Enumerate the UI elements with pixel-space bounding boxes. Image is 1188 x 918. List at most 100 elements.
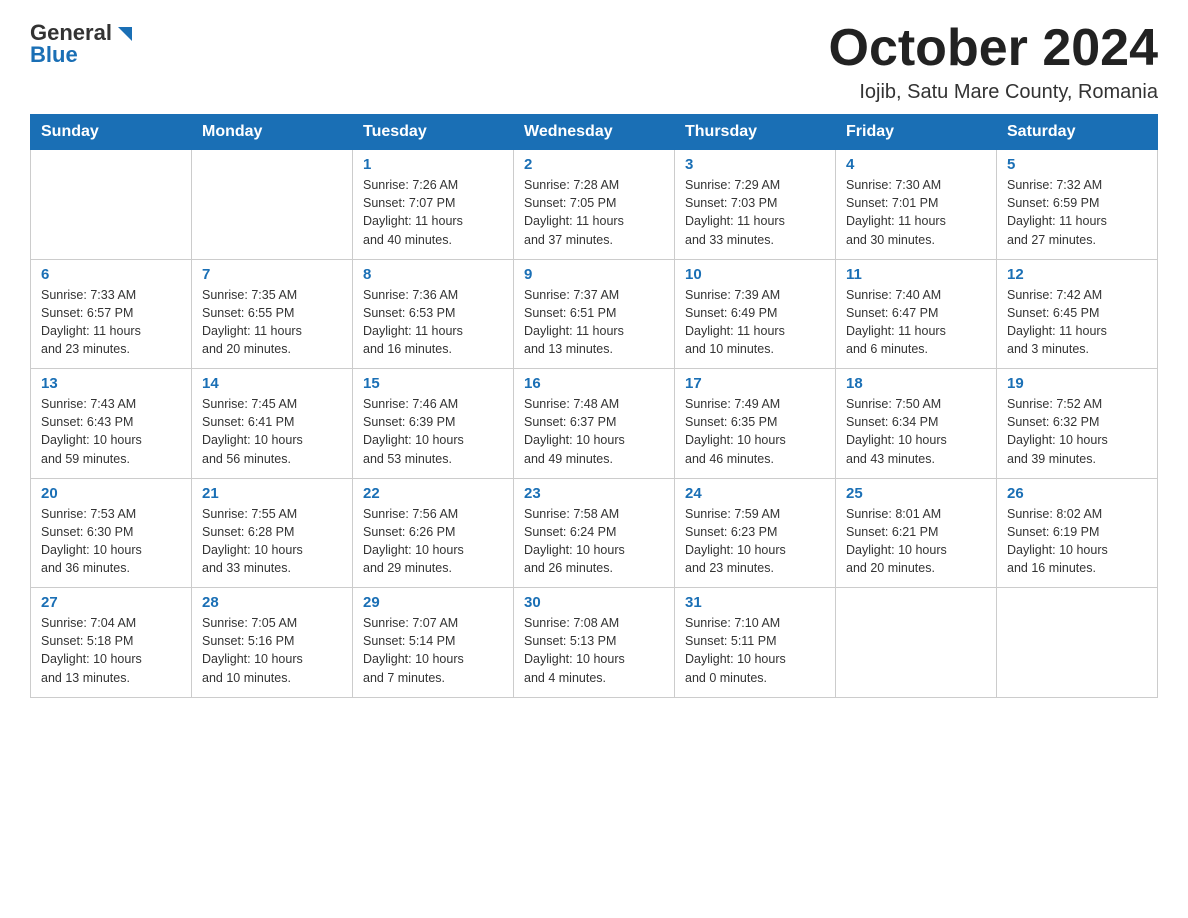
day-header-sunday: Sunday	[31, 115, 192, 150]
day-number: 29	[363, 594, 503, 611]
day-header-friday: Friday	[836, 115, 997, 150]
day-number: 7	[202, 266, 342, 283]
day-info: Sunrise: 7:40 AM Sunset: 6:47 PM Dayligh…	[846, 286, 986, 359]
day-info: Sunrise: 7:26 AM Sunset: 7:07 PM Dayligh…	[363, 176, 503, 249]
day-number: 31	[685, 594, 825, 611]
day-info: Sunrise: 7:49 AM Sunset: 6:35 PM Dayligh…	[685, 395, 825, 468]
calendar-day-cell: 15 Sunrise: 7:46 AM Sunset: 6:39 PM Dayli…	[353, 369, 514, 479]
day-number: 28	[202, 594, 342, 611]
day-number: 25	[846, 485, 986, 502]
day-info: Sunrise: 7:35 AM Sunset: 6:55 PM Dayligh…	[202, 286, 342, 359]
day-info: Sunrise: 7:04 AM Sunset: 5:18 PM Dayligh…	[41, 614, 181, 687]
calendar-week-row: 20 Sunrise: 7:53 AM Sunset: 6:30 PM Dayli…	[31, 478, 1158, 588]
day-number: 22	[363, 485, 503, 502]
day-number: 15	[363, 375, 503, 392]
day-info: Sunrise: 7:07 AM Sunset: 5:14 PM Dayligh…	[363, 614, 503, 687]
day-number: 26	[1007, 485, 1147, 502]
day-number: 2	[524, 156, 664, 173]
calendar-day-cell: 26 Sunrise: 8:02 AM Sunset: 6:19 PM Dayli…	[997, 478, 1158, 588]
day-number: 10	[685, 266, 825, 283]
calendar-day-cell: 30 Sunrise: 7:08 AM Sunset: 5:13 PM Dayli…	[514, 588, 675, 698]
calendar-day-cell: 19Sunrise: 7:52 AM Sunset: 6:32 PM Dayli…	[997, 369, 1158, 479]
calendar-day-cell: 20 Sunrise: 7:53 AM Sunset: 6:30 PM Dayli…	[31, 478, 192, 588]
calendar-day-cell: 4 Sunrise: 7:30 AM Sunset: 7:01 PM Daylig…	[836, 150, 997, 260]
day-number: 5	[1007, 156, 1147, 173]
calendar-day-cell: 10 Sunrise: 7:39 AM Sunset: 6:49 PM Dayli…	[675, 259, 836, 369]
calendar-table: SundayMondayTuesdayWednesdayThursdayFrid…	[30, 114, 1158, 698]
day-number: 18	[846, 375, 986, 392]
calendar-day-cell	[836, 588, 997, 698]
calendar-day-cell: 31 Sunrise: 7:10 AM Sunset: 5:11 PM Dayli…	[675, 588, 836, 698]
day-number: 6	[41, 266, 181, 283]
calendar-day-cell: 22Sunrise: 7:56 AM Sunset: 6:26 PM Dayli…	[353, 478, 514, 588]
day-info: Sunrise: 7:53 AM Sunset: 6:30 PM Dayligh…	[41, 505, 181, 578]
calendar-header-row: SundayMondayTuesdayWednesdayThursdayFrid…	[31, 115, 1158, 150]
calendar-day-cell: 17 Sunrise: 7:49 AM Sunset: 6:35 PM Dayli…	[675, 369, 836, 479]
logo-triangle-icon	[114, 23, 136, 45]
calendar-day-cell: 3Sunrise: 7:29 AM Sunset: 7:03 PM Daylig…	[675, 150, 836, 260]
day-number: 19	[1007, 375, 1147, 392]
day-header-wednesday: Wednesday	[514, 115, 675, 150]
calendar-day-cell: 25 Sunrise: 8:01 AM Sunset: 6:21 PM Dayli…	[836, 478, 997, 588]
day-number: 23	[524, 485, 664, 502]
day-info: Sunrise: 7:50 AM Sunset: 6:34 PM Dayligh…	[846, 395, 986, 468]
day-number: 30	[524, 594, 664, 611]
day-info: Sunrise: 7:39 AM Sunset: 6:49 PM Dayligh…	[685, 286, 825, 359]
logo: General Blue	[30, 20, 136, 68]
day-info: Sunrise: 7:43 AM Sunset: 6:43 PM Dayligh…	[41, 395, 181, 468]
day-info: Sunrise: 7:37 AM Sunset: 6:51 PM Dayligh…	[524, 286, 664, 359]
day-info: Sunrise: 7:10 AM Sunset: 5:11 PM Dayligh…	[685, 614, 825, 687]
calendar-day-cell: 9 Sunrise: 7:37 AM Sunset: 6:51 PM Daylig…	[514, 259, 675, 369]
calendar-day-cell: 2 Sunrise: 7:28 AM Sunset: 7:05 PM Daylig…	[514, 150, 675, 260]
calendar-day-cell: 5 Sunrise: 7:32 AM Sunset: 6:59 PM Daylig…	[997, 150, 1158, 260]
day-number: 11	[846, 266, 986, 283]
day-number: 21	[202, 485, 342, 502]
day-header-thursday: Thursday	[675, 115, 836, 150]
day-number: 4	[846, 156, 986, 173]
day-number: 24	[685, 485, 825, 502]
title-block: October 2024 Iojib, Satu Mare County, Ro…	[829, 20, 1159, 104]
day-number: 1	[363, 156, 503, 173]
day-info: Sunrise: 7:58 AM Sunset: 6:24 PM Dayligh…	[524, 505, 664, 578]
logo-blue: Blue	[30, 42, 78, 68]
day-number: 8	[363, 266, 503, 283]
calendar-day-cell	[997, 588, 1158, 698]
day-info: Sunrise: 7:32 AM Sunset: 6:59 PM Dayligh…	[1007, 176, 1147, 249]
day-number: 13	[41, 375, 181, 392]
calendar-day-cell: 29 Sunrise: 7:07 AM Sunset: 5:14 PM Dayli…	[353, 588, 514, 698]
day-info: Sunrise: 7:08 AM Sunset: 5:13 PM Dayligh…	[524, 614, 664, 687]
calendar-day-cell: 24Sunrise: 7:59 AM Sunset: 6:23 PM Dayli…	[675, 478, 836, 588]
calendar-week-row: 27 Sunrise: 7:04 AM Sunset: 5:18 PM Dayli…	[31, 588, 1158, 698]
day-number: 9	[524, 266, 664, 283]
day-number: 27	[41, 594, 181, 611]
calendar-day-cell: 21 Sunrise: 7:55 AM Sunset: 6:28 PM Dayli…	[192, 478, 353, 588]
location-subtitle: Iojib, Satu Mare County, Romania	[829, 81, 1159, 104]
calendar-week-row: 6 Sunrise: 7:33 AM Sunset: 6:57 PM Daylig…	[31, 259, 1158, 369]
month-year-title: October 2024	[829, 20, 1159, 77]
day-info: Sunrise: 8:02 AM Sunset: 6:19 PM Dayligh…	[1007, 505, 1147, 578]
day-info: Sunrise: 7:28 AM Sunset: 7:05 PM Dayligh…	[524, 176, 664, 249]
calendar-day-cell: 7 Sunrise: 7:35 AM Sunset: 6:55 PM Daylig…	[192, 259, 353, 369]
calendar-day-cell: 8Sunrise: 7:36 AM Sunset: 6:53 PM Daylig…	[353, 259, 514, 369]
day-header-saturday: Saturday	[997, 115, 1158, 150]
day-header-monday: Monday	[192, 115, 353, 150]
calendar-week-row: 1 Sunrise: 7:26 AM Sunset: 7:07 PM Daylig…	[31, 150, 1158, 260]
day-number: 12	[1007, 266, 1147, 283]
calendar-week-row: 13 Sunrise: 7:43 AM Sunset: 6:43 PM Dayli…	[31, 369, 1158, 479]
day-info: Sunrise: 7:33 AM Sunset: 6:57 PM Dayligh…	[41, 286, 181, 359]
calendar-day-cell: 18 Sunrise: 7:50 AM Sunset: 6:34 PM Dayli…	[836, 369, 997, 479]
calendar-day-cell	[192, 150, 353, 260]
calendar-day-cell: 11 Sunrise: 7:40 AM Sunset: 6:47 PM Dayli…	[836, 259, 997, 369]
day-number: 20	[41, 485, 181, 502]
day-info: Sunrise: 8:01 AM Sunset: 6:21 PM Dayligh…	[846, 505, 986, 578]
day-info: Sunrise: 7:46 AM Sunset: 6:39 PM Dayligh…	[363, 395, 503, 468]
calendar-day-cell: 28Sunrise: 7:05 AM Sunset: 5:16 PM Dayli…	[192, 588, 353, 698]
day-info: Sunrise: 7:42 AM Sunset: 6:45 PM Dayligh…	[1007, 286, 1147, 359]
calendar-day-cell: 6 Sunrise: 7:33 AM Sunset: 6:57 PM Daylig…	[31, 259, 192, 369]
day-header-tuesday: Tuesday	[353, 115, 514, 150]
day-info: Sunrise: 7:48 AM Sunset: 6:37 PM Dayligh…	[524, 395, 664, 468]
day-info: Sunrise: 7:30 AM Sunset: 7:01 PM Dayligh…	[846, 176, 986, 249]
day-number: 17	[685, 375, 825, 392]
calendar-day-cell: 27 Sunrise: 7:04 AM Sunset: 5:18 PM Dayli…	[31, 588, 192, 698]
day-info: Sunrise: 7:55 AM Sunset: 6:28 PM Dayligh…	[202, 505, 342, 578]
